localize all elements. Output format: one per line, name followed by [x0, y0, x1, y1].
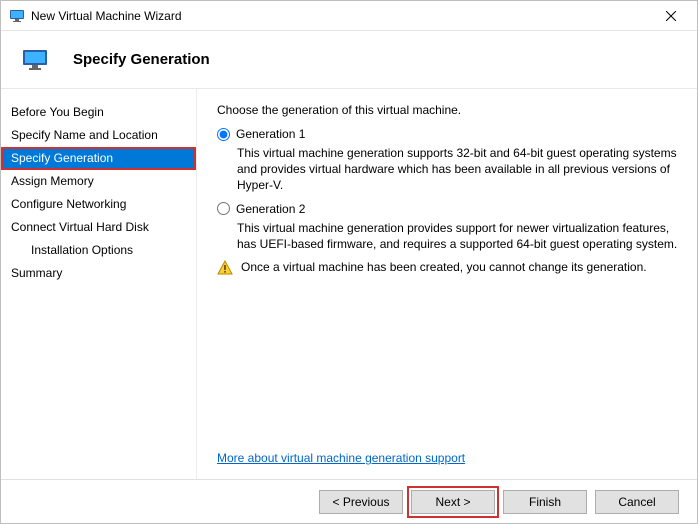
generation-option-label: Generation 2 — [236, 202, 305, 216]
wizard-icon — [23, 48, 47, 72]
wizard-step[interactable]: Before You Begin — [1, 101, 196, 124]
wizard-step[interactable]: Summary — [1, 262, 196, 285]
content-area: Choose the generation of this virtual ma… — [217, 103, 679, 451]
wizard-step[interactable]: Configure Networking — [1, 193, 196, 216]
wizard-step[interactable]: Connect Virtual Hard Disk — [1, 216, 196, 239]
window-title: New Virtual Machine Wizard — [31, 9, 651, 23]
wizard-step[interactable]: Installation Options — [1, 239, 196, 262]
wizard-body: Before You BeginSpecify Name and Locatio… — [1, 89, 697, 479]
generation-options: Generation 1 This virtual machine generat… — [217, 127, 679, 252]
close-icon — [666, 11, 676, 21]
wizard-step[interactable]: Specify Name and Location — [1, 124, 196, 147]
next-button[interactable]: Next > — [411, 490, 495, 514]
wizard-header: Specify Generation — [1, 31, 697, 89]
app-icon — [9, 8, 25, 24]
wizard-footer: < Previous Next > Finish Cancel — [1, 479, 697, 523]
warning-icon — [217, 260, 233, 276]
page-title: Specify Generation — [73, 51, 210, 68]
warning-row: Once a virtual machine has been created,… — [217, 260, 679, 276]
generation-radio[interactable] — [217, 128, 230, 141]
intro-text: Choose the generation of this virtual ma… — [217, 103, 679, 117]
generation-option[interactable]: Generation 2 — [217, 202, 679, 216]
wizard-content: Choose the generation of this virtual ma… — [197, 89, 697, 479]
help-link-row: More about virtual machine generation su… — [217, 451, 679, 471]
warning-text: Once a virtual machine has been created,… — [241, 260, 647, 274]
titlebar: New Virtual Machine Wizard — [1, 1, 697, 31]
generation-option-description: This virtual machine generation provides… — [237, 220, 679, 252]
generation-option-description: This virtual machine generation supports… — [237, 145, 679, 194]
generation-option[interactable]: Generation 1 — [217, 127, 679, 141]
wizard-step[interactable]: Assign Memory — [1, 170, 196, 193]
help-link[interactable]: More about virtual machine generation su… — [217, 451, 465, 465]
generation-radio[interactable] — [217, 202, 230, 215]
cancel-button[interactable]: Cancel — [595, 490, 679, 514]
generation-option-label: Generation 1 — [236, 127, 305, 141]
finish-button[interactable]: Finish — [503, 490, 587, 514]
previous-button[interactable]: < Previous — [319, 490, 403, 514]
wizard-steps-sidebar: Before You BeginSpecify Name and Locatio… — [1, 89, 197, 479]
close-button[interactable] — [651, 1, 691, 31]
wizard-step[interactable]: Specify Generation — [1, 147, 196, 170]
